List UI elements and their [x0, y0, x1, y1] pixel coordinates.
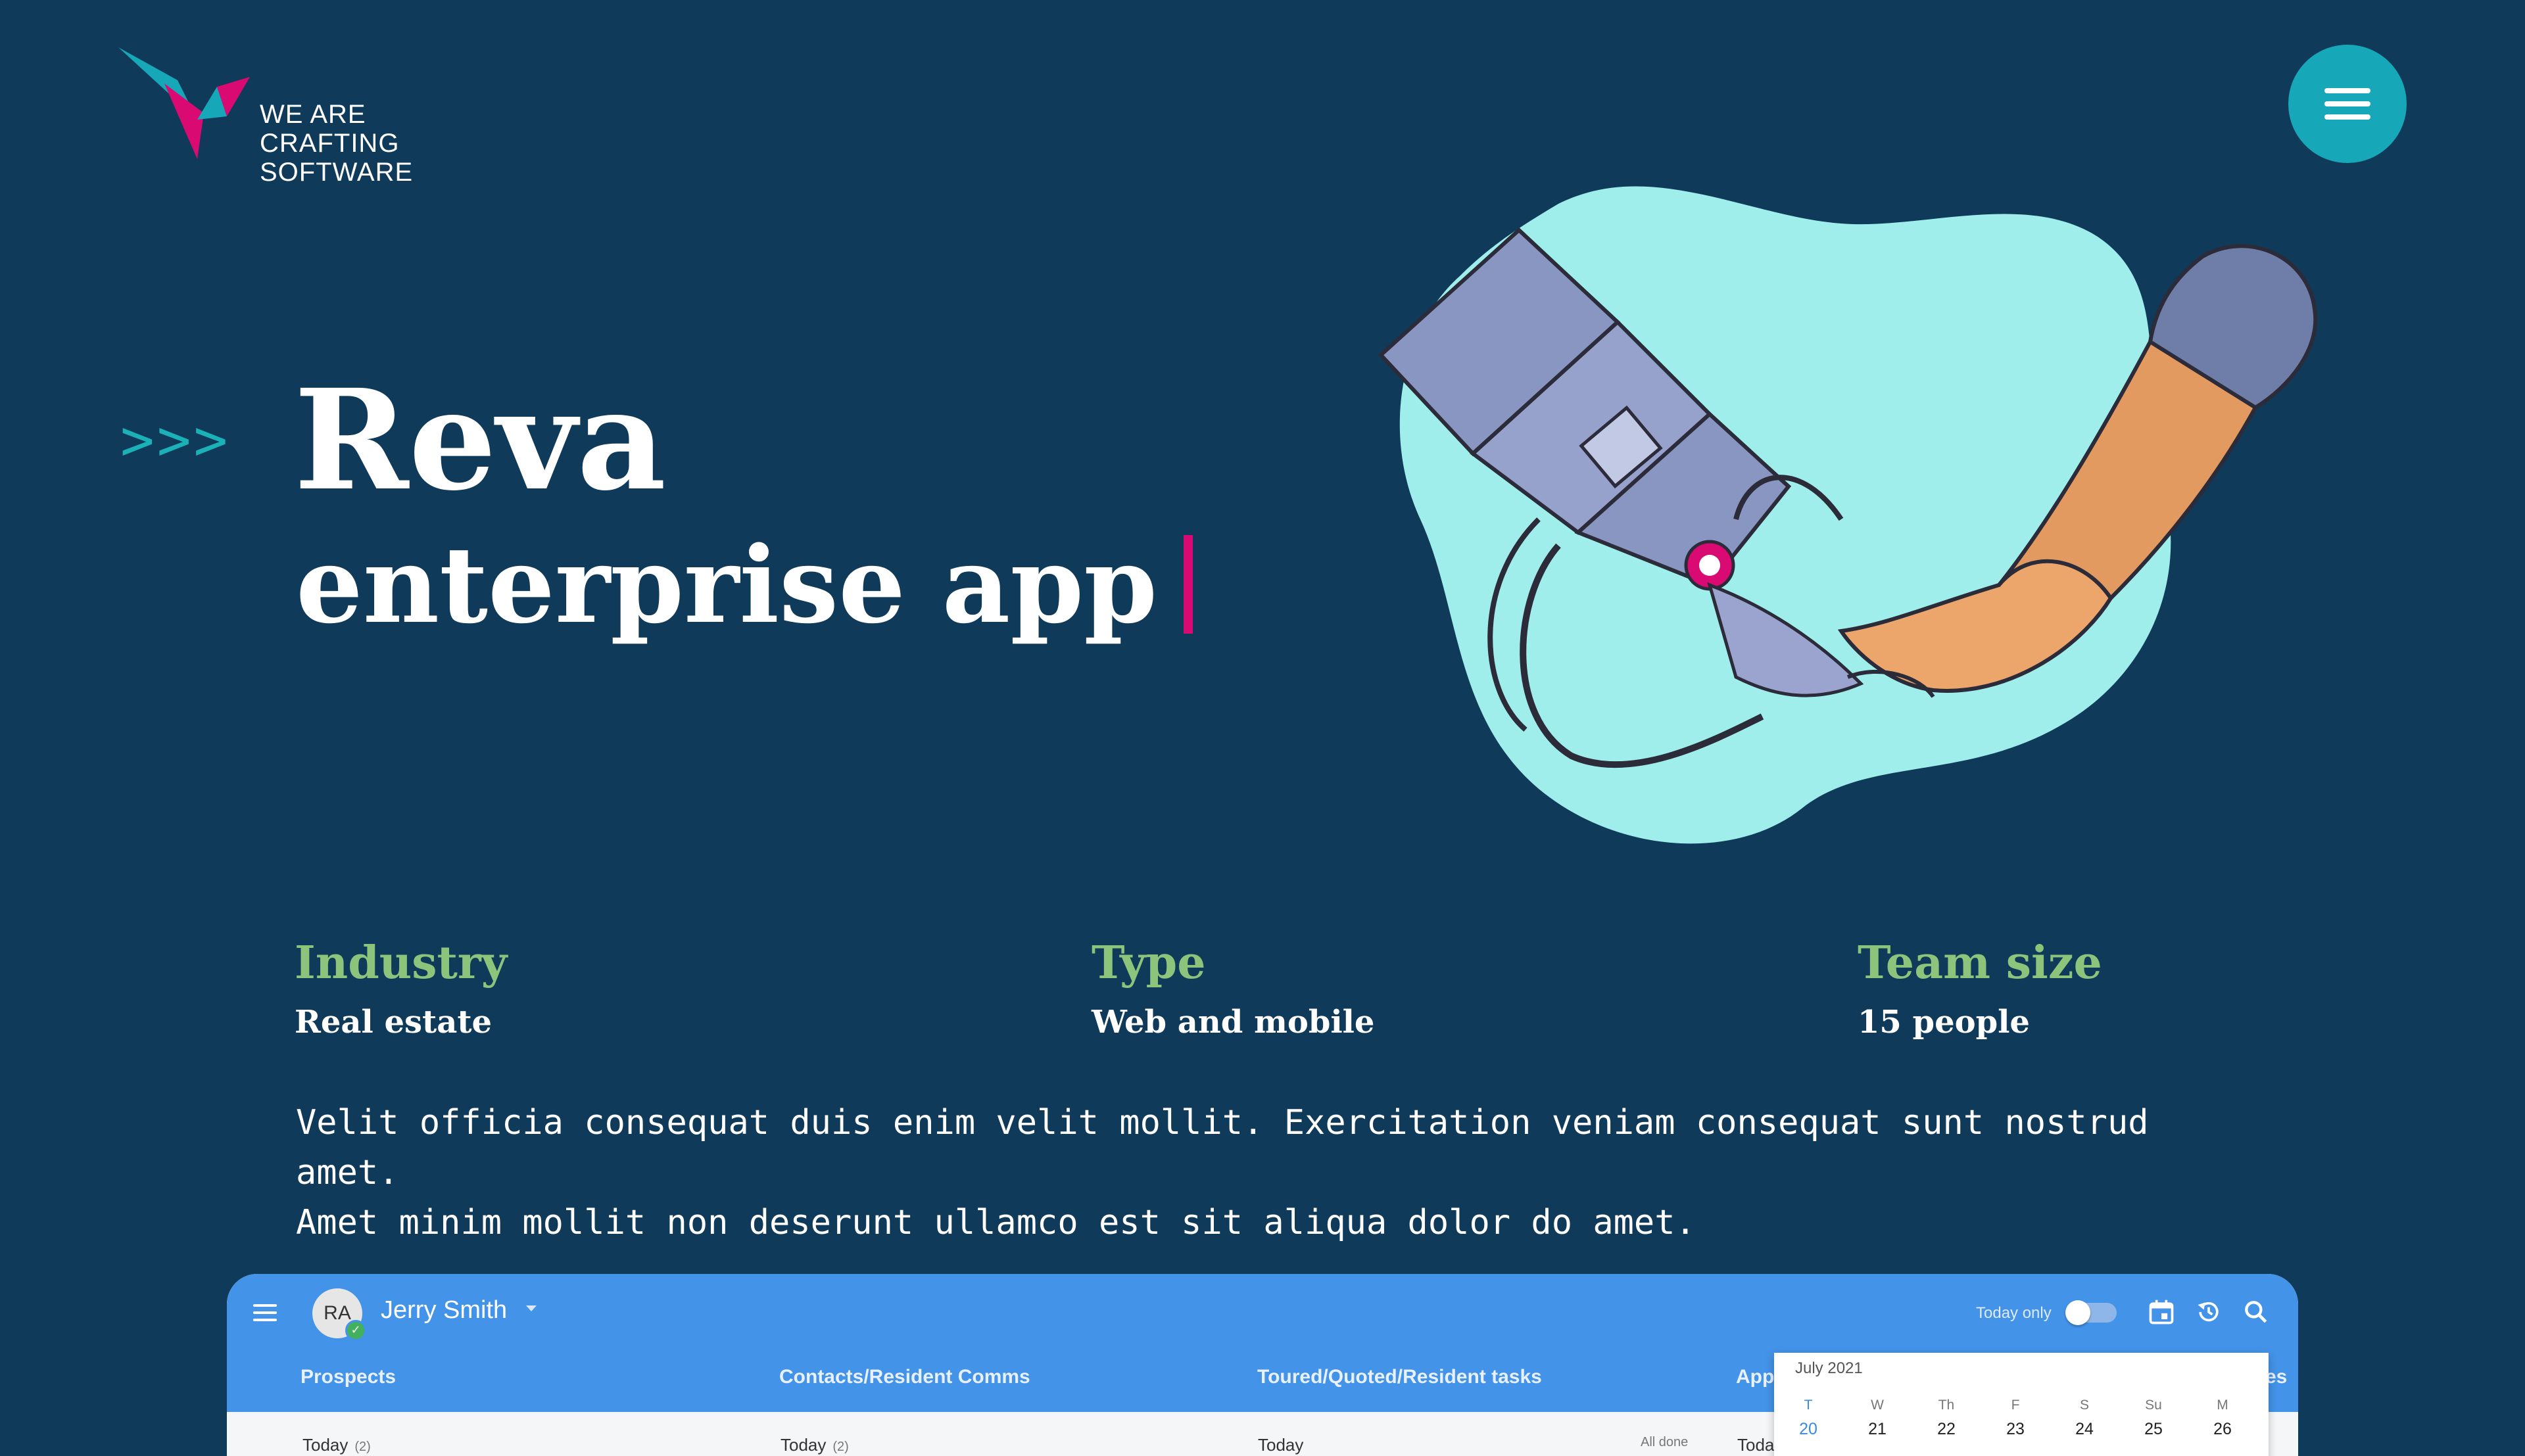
history-icon[interactable] — [2194, 1298, 2223, 1327]
text-cursor — [1184, 535, 1193, 634]
logo-text: WE ARE CRAFTING SOFTWARE — [260, 100, 552, 187]
menu-button[interactable] — [2288, 45, 2407, 163]
fact-type: Type Web and mobile — [1092, 933, 1374, 1045]
check-icon: ✓ — [345, 1320, 366, 1341]
fact-value: 15 people — [1858, 1004, 2030, 1041]
hamburger-icon[interactable] — [253, 1304, 277, 1321]
column-header: Today — [1258, 1435, 1304, 1455]
hero-subtitle: enterprise app — [296, 519, 1193, 651]
tab-toured[interactable]: Toured/Quoted/Resident tasks — [1257, 1366, 1542, 1388]
calendar-day[interactable]: F 23 — [1996, 1397, 2035, 1439]
today-only-label: Today only — [1976, 1304, 2052, 1322]
user-name[interactable]: Jerry Smith — [381, 1296, 507, 1325]
fact-industry: Industry Real estate — [295, 933, 507, 1045]
tab-contacts[interactable]: Contacts/Resident Comms — [779, 1366, 1030, 1388]
menu-icon — [2324, 88, 2370, 93]
fact-label: Type — [1092, 937, 1206, 989]
tab-applications[interactable]: App — [1736, 1366, 1774, 1388]
calendar-day[interactable]: W 21 — [1858, 1397, 1897, 1439]
column-status: All done — [1641, 1435, 1689, 1449]
tab-leases[interactable]: es — [2265, 1366, 2287, 1388]
brand-logo[interactable]: WE ARE CRAFTING SOFTWARE — [118, 47, 552, 187]
date-picker[interactable]: July 2021 T 20 W 21 Th 22 F 23 S 24 Su 2… — [1774, 1353, 2269, 1456]
fact-value: Real estate — [295, 1004, 493, 1041]
calendar-day[interactable]: M 26 — [2203, 1397, 2242, 1439]
description-line2: Amet minim mollit non deserunt ullamco e… — [296, 1203, 1696, 1242]
fact-value: Web and mobile — [1092, 1004, 1375, 1041]
calendar-day[interactable]: S 24 — [2065, 1397, 2104, 1439]
column-header: Today (2) — [781, 1435, 849, 1455]
fact-label: Team size — [1858, 937, 2102, 989]
fact-team-size: Team size 15 people — [1858, 933, 2102, 1045]
hero-arrows: >>> — [120, 408, 231, 473]
tab-prospects[interactable]: Prospects — [301, 1366, 396, 1388]
column-header: Today (2) — [302, 1435, 371, 1455]
logo-line1: WE ARE — [260, 100, 366, 129]
calendar-day[interactable]: Su 25 — [2134, 1397, 2173, 1439]
today-only-toggle[interactable] — [2065, 1300, 2117, 1325]
column-header: Toda — [1737, 1435, 1775, 1455]
calendar-day[interactable]: T 20 — [1789, 1397, 1828, 1439]
search-icon[interactable] — [2242, 1298, 2271, 1327]
project-description: Velit officia consequat duis enim velit … — [296, 1098, 2269, 1248]
project-facts: Industry Real estate Type Web and mobile… — [0, 933, 2525, 1065]
logo-line2: CRAFTING SOFTWARE — [260, 129, 414, 187]
caret-down-icon[interactable] — [526, 1305, 537, 1311]
description-line1: Velit officia consequat duis enim velit … — [296, 1103, 2149, 1192]
fact-label: Industry — [295, 937, 508, 989]
calendar-icon[interactable] — [2147, 1298, 2176, 1327]
calendar-day[interactable]: Th 22 — [1927, 1397, 1966, 1439]
calendar-month: July 2021 — [1795, 1359, 1863, 1377]
hero-subtitle-text: enterprise app — [296, 523, 1158, 647]
hero-title: Reva — [294, 359, 667, 521]
logo-mark-icon — [118, 47, 250, 159]
handshake-illustration — [1378, 186, 2318, 844]
